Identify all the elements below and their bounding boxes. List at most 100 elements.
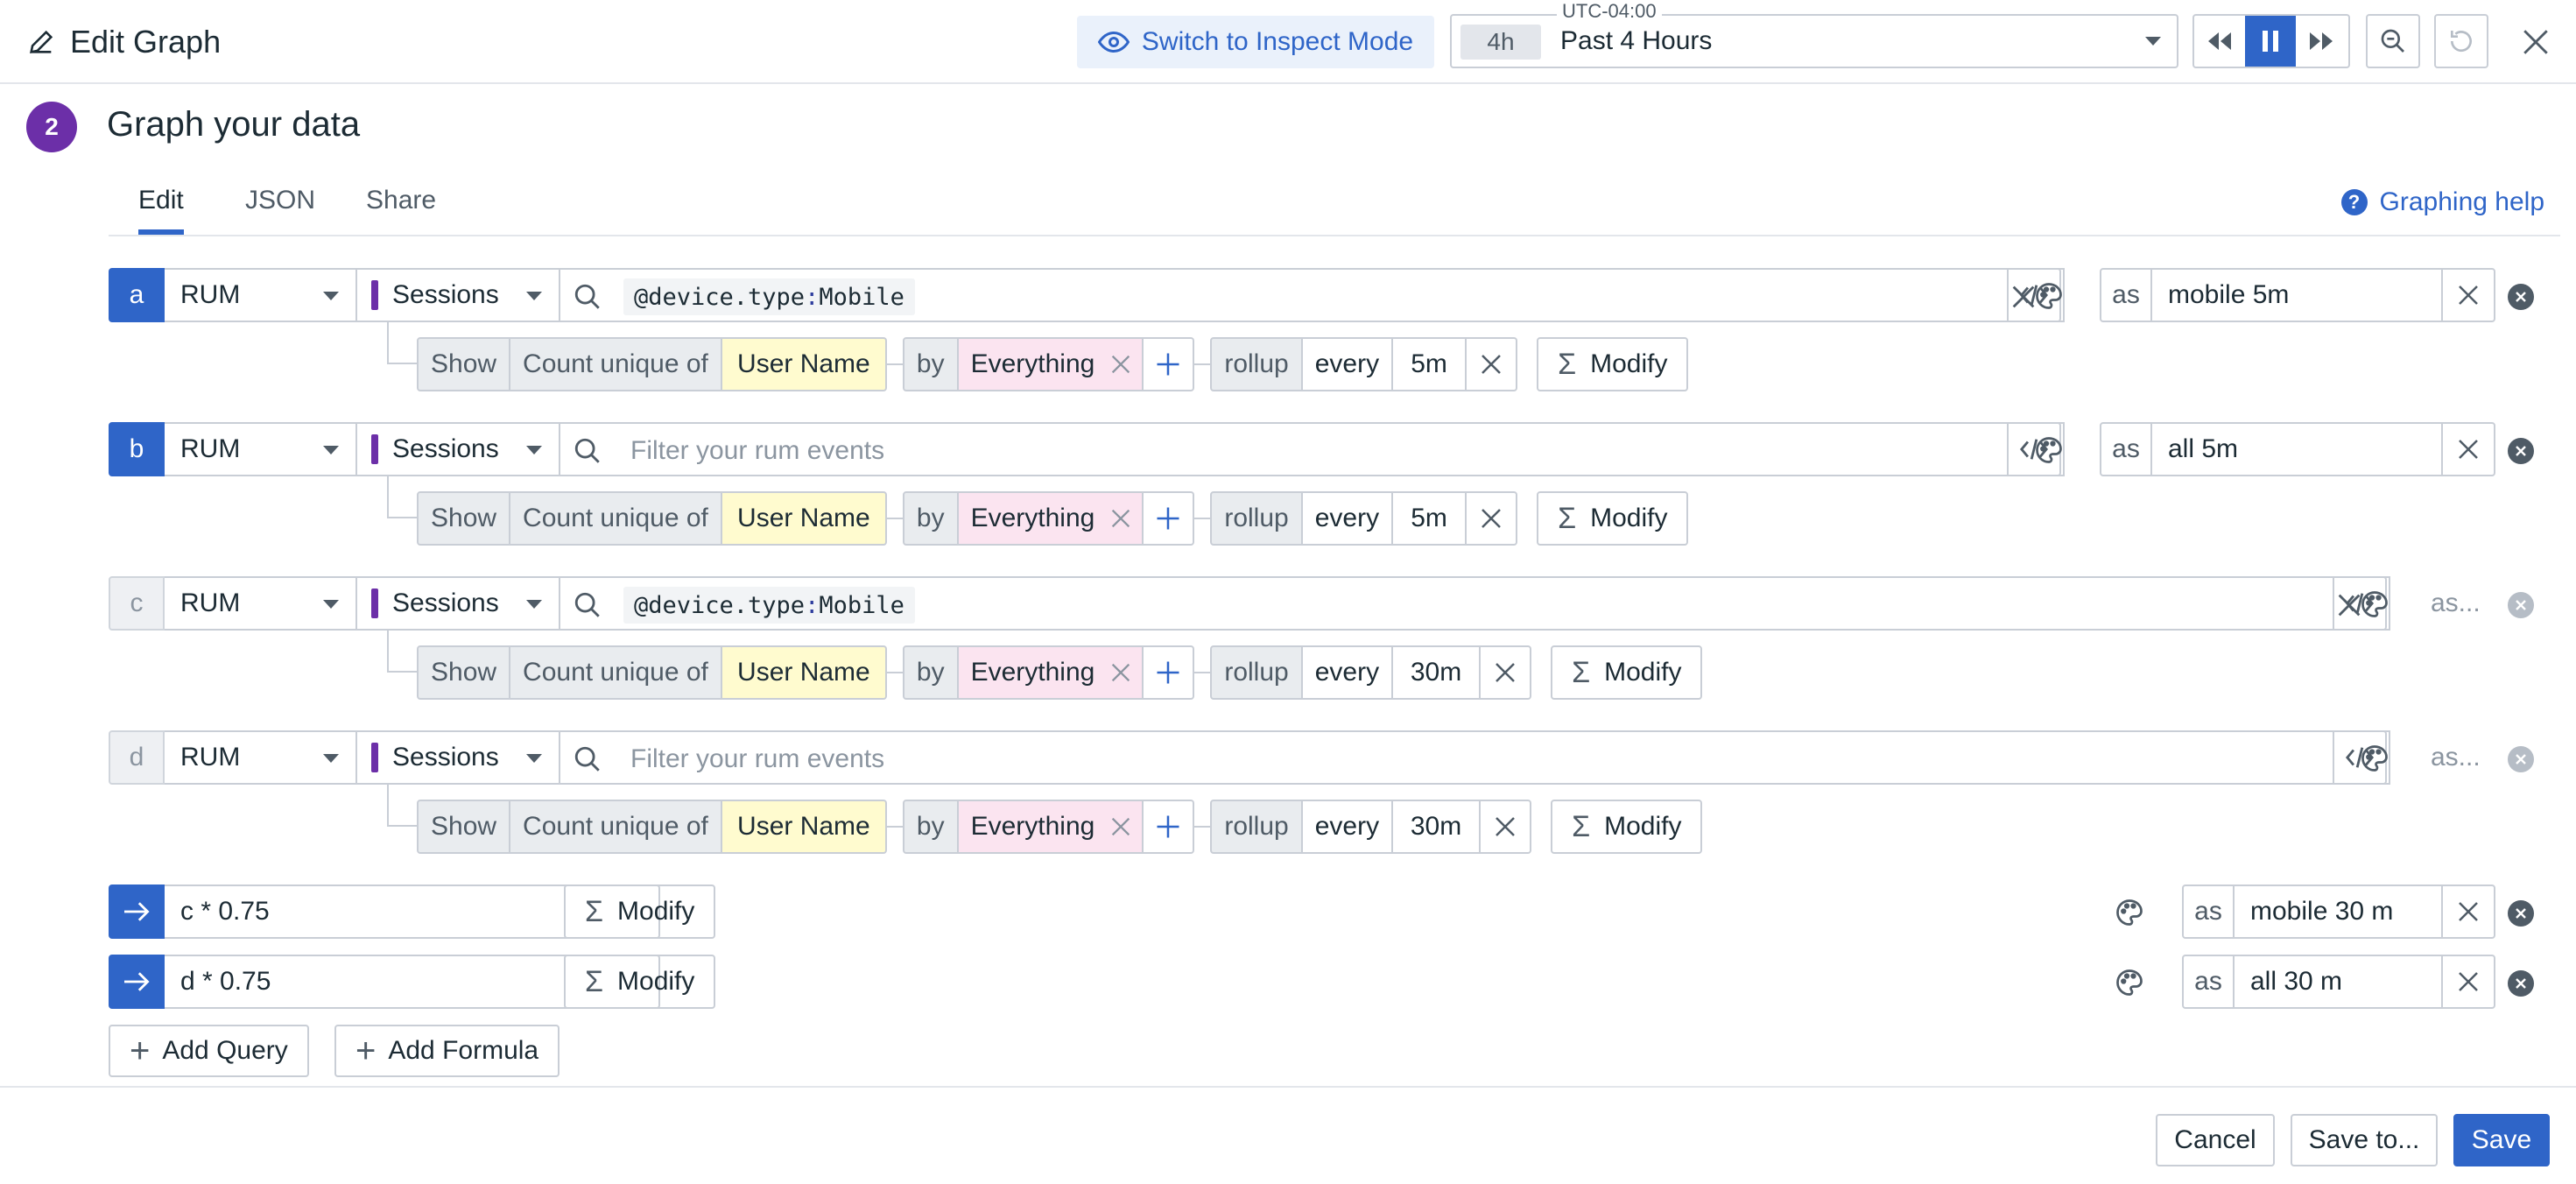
formula-toggle[interactable] xyxy=(109,955,165,1009)
graphing-help-link[interactable]: ? Graphing help xyxy=(2340,187,2544,217)
remove-rollup-button[interactable] xyxy=(1467,491,1518,546)
tab-json[interactable]: JSON xyxy=(245,186,315,235)
pause-button[interactable] xyxy=(2245,16,2296,67)
palette-icon[interactable] xyxy=(2033,280,2065,312)
add-group-button[interactable] xyxy=(1144,800,1195,854)
plus-icon: + xyxy=(130,1032,151,1070)
measure-field-select[interactable]: User Name xyxy=(721,337,887,391)
rollup-interval-select[interactable]: 30m xyxy=(1393,800,1482,854)
remove-rollup-button[interactable] xyxy=(1467,337,1518,391)
palette-icon[interactable] xyxy=(2359,588,2390,620)
remove-formula-button[interactable] xyxy=(2508,900,2534,927)
add-group-button[interactable] xyxy=(1144,337,1195,391)
aggregation-select[interactable]: Count unique of xyxy=(510,645,722,700)
group-by-select[interactable]: Everything xyxy=(958,337,1144,391)
rollup-label: rollup xyxy=(1210,645,1303,700)
rollup-interval-select[interactable]: 30m xyxy=(1393,645,1482,700)
event-type-select[interactable]: Sessions xyxy=(355,730,560,785)
remove-query-button[interactable] xyxy=(2508,746,2534,772)
data-source-select[interactable]: RUM xyxy=(165,268,357,322)
alias-field[interactable]: as all 30 m xyxy=(2182,955,2495,1009)
rewind-button[interactable] xyxy=(2194,16,2245,67)
rollup-interval-select[interactable]: 5m xyxy=(1393,337,1467,391)
tab-edit[interactable]: Edit xyxy=(138,186,184,235)
save-button[interactable]: Save xyxy=(2453,1114,2550,1166)
query-search-input[interactable]: Filter your rum events xyxy=(559,730,2390,785)
query-letter[interactable]: c xyxy=(109,576,165,631)
alias-collapsed[interactable]: as... xyxy=(2431,588,2481,618)
query-filter-chip[interactable]: @device.type: Mobile xyxy=(623,278,915,315)
add-query-button[interactable]: + Add Query xyxy=(109,1025,309,1077)
sigma-icon: Σ xyxy=(1572,655,1591,689)
group-by-select[interactable]: Everything xyxy=(958,800,1144,854)
measure-field-select[interactable]: User Name xyxy=(721,645,887,700)
aggregation-select[interactable]: Count unique of xyxy=(510,800,722,854)
dialog-title: Edit Graph xyxy=(26,19,221,65)
switch-inspect-mode-button[interactable]: Switch to Inspect Mode xyxy=(1077,16,1434,68)
modify-button[interactable]: Σ Modify xyxy=(564,955,716,1009)
modify-button[interactable]: Σ Modify xyxy=(1537,491,1689,546)
clear-alias-button[interactable] xyxy=(2441,270,2494,321)
modify-button[interactable]: Σ Modify xyxy=(564,884,716,939)
clear-alias-button[interactable] xyxy=(2441,424,2494,475)
alias-field[interactable]: as mobile 5m xyxy=(2100,268,2495,322)
remove-query-button[interactable] xyxy=(2508,284,2534,310)
data-source-select[interactable]: RUM xyxy=(165,730,357,785)
remove-query-button[interactable] xyxy=(2508,592,2534,618)
query-letter[interactable]: d xyxy=(109,730,165,785)
reset-icon xyxy=(2450,31,2472,53)
reset-zoom-button[interactable] xyxy=(2434,14,2488,68)
remove-query-button[interactable] xyxy=(2508,438,2534,464)
measure-field-select[interactable]: User Name xyxy=(721,491,887,546)
aggregation-select[interactable]: Count unique of xyxy=(510,337,722,391)
tab-share[interactable]: Share xyxy=(366,186,436,235)
tree-connector xyxy=(387,631,417,673)
modify-button[interactable]: Σ Modify xyxy=(1551,645,1703,700)
group-by-select[interactable]: Everything xyxy=(958,645,1144,700)
remove-rollup-button[interactable] xyxy=(1481,800,1532,854)
palette-icon[interactable] xyxy=(2114,897,2145,928)
zoom-out-button[interactable] xyxy=(2366,14,2420,68)
alias-field[interactable]: as all 5m xyxy=(2100,422,2495,476)
clear-alias-button[interactable] xyxy=(2441,886,2494,937)
close-icon[interactable] xyxy=(1109,660,1133,685)
palette-icon[interactable] xyxy=(2033,434,2065,466)
save-to-button[interactable]: Save to... xyxy=(2291,1114,2438,1166)
query-search-input[interactable]: @device.type: Mobile xyxy=(559,268,2065,322)
formula-toggle[interactable] xyxy=(109,884,165,939)
aggregation-select[interactable]: Count unique of xyxy=(510,491,722,546)
palette-icon[interactable] xyxy=(2359,743,2390,774)
close-dialog-button[interactable] xyxy=(2515,21,2557,63)
data-source-select[interactable]: RUM xyxy=(165,422,357,476)
close-icon[interactable] xyxy=(1109,352,1133,377)
query-search-input[interactable]: Filter your rum events xyxy=(559,422,2065,476)
clear-alias-button[interactable] xyxy=(2441,956,2494,1007)
group-by-select[interactable]: Everything xyxy=(958,491,1144,546)
query-letter[interactable]: a xyxy=(109,268,165,322)
add-formula-button[interactable]: + Add Formula xyxy=(334,1025,560,1077)
modify-button[interactable]: Σ Modify xyxy=(1537,337,1689,391)
palette-icon[interactable] xyxy=(2114,967,2145,998)
close-icon[interactable] xyxy=(1109,814,1133,839)
rollup-interval-select[interactable]: 5m xyxy=(1393,491,1467,546)
add-group-button[interactable] xyxy=(1144,491,1195,546)
measure-field-select[interactable]: User Name xyxy=(721,800,887,854)
data-source-select[interactable]: RUM xyxy=(165,576,357,631)
alias-as-label: as xyxy=(2184,956,2235,1007)
search-icon xyxy=(574,746,600,772)
alias-collapsed[interactable]: as... xyxy=(2431,743,2481,772)
add-group-button[interactable] xyxy=(1144,645,1195,700)
event-type-select[interactable]: Sessions xyxy=(355,576,560,631)
close-icon[interactable] xyxy=(1109,506,1133,531)
event-type-select[interactable]: Sessions xyxy=(355,422,560,476)
remove-formula-button[interactable] xyxy=(2508,970,2534,997)
alias-field[interactable]: as mobile 30 m xyxy=(2182,884,2495,939)
remove-rollup-button[interactable] xyxy=(1481,645,1532,700)
query-letter[interactable]: b xyxy=(109,422,165,476)
cancel-button[interactable]: Cancel xyxy=(2156,1114,2275,1166)
modify-button[interactable]: Σ Modify xyxy=(1551,800,1703,854)
query-search-input[interactable]: @device.type: Mobile xyxy=(559,576,2390,631)
query-filter-chip[interactable]: @device.type: Mobile xyxy=(623,587,915,624)
fast-forward-button[interactable] xyxy=(2296,16,2347,67)
event-type-select[interactable]: Sessions xyxy=(355,268,560,322)
